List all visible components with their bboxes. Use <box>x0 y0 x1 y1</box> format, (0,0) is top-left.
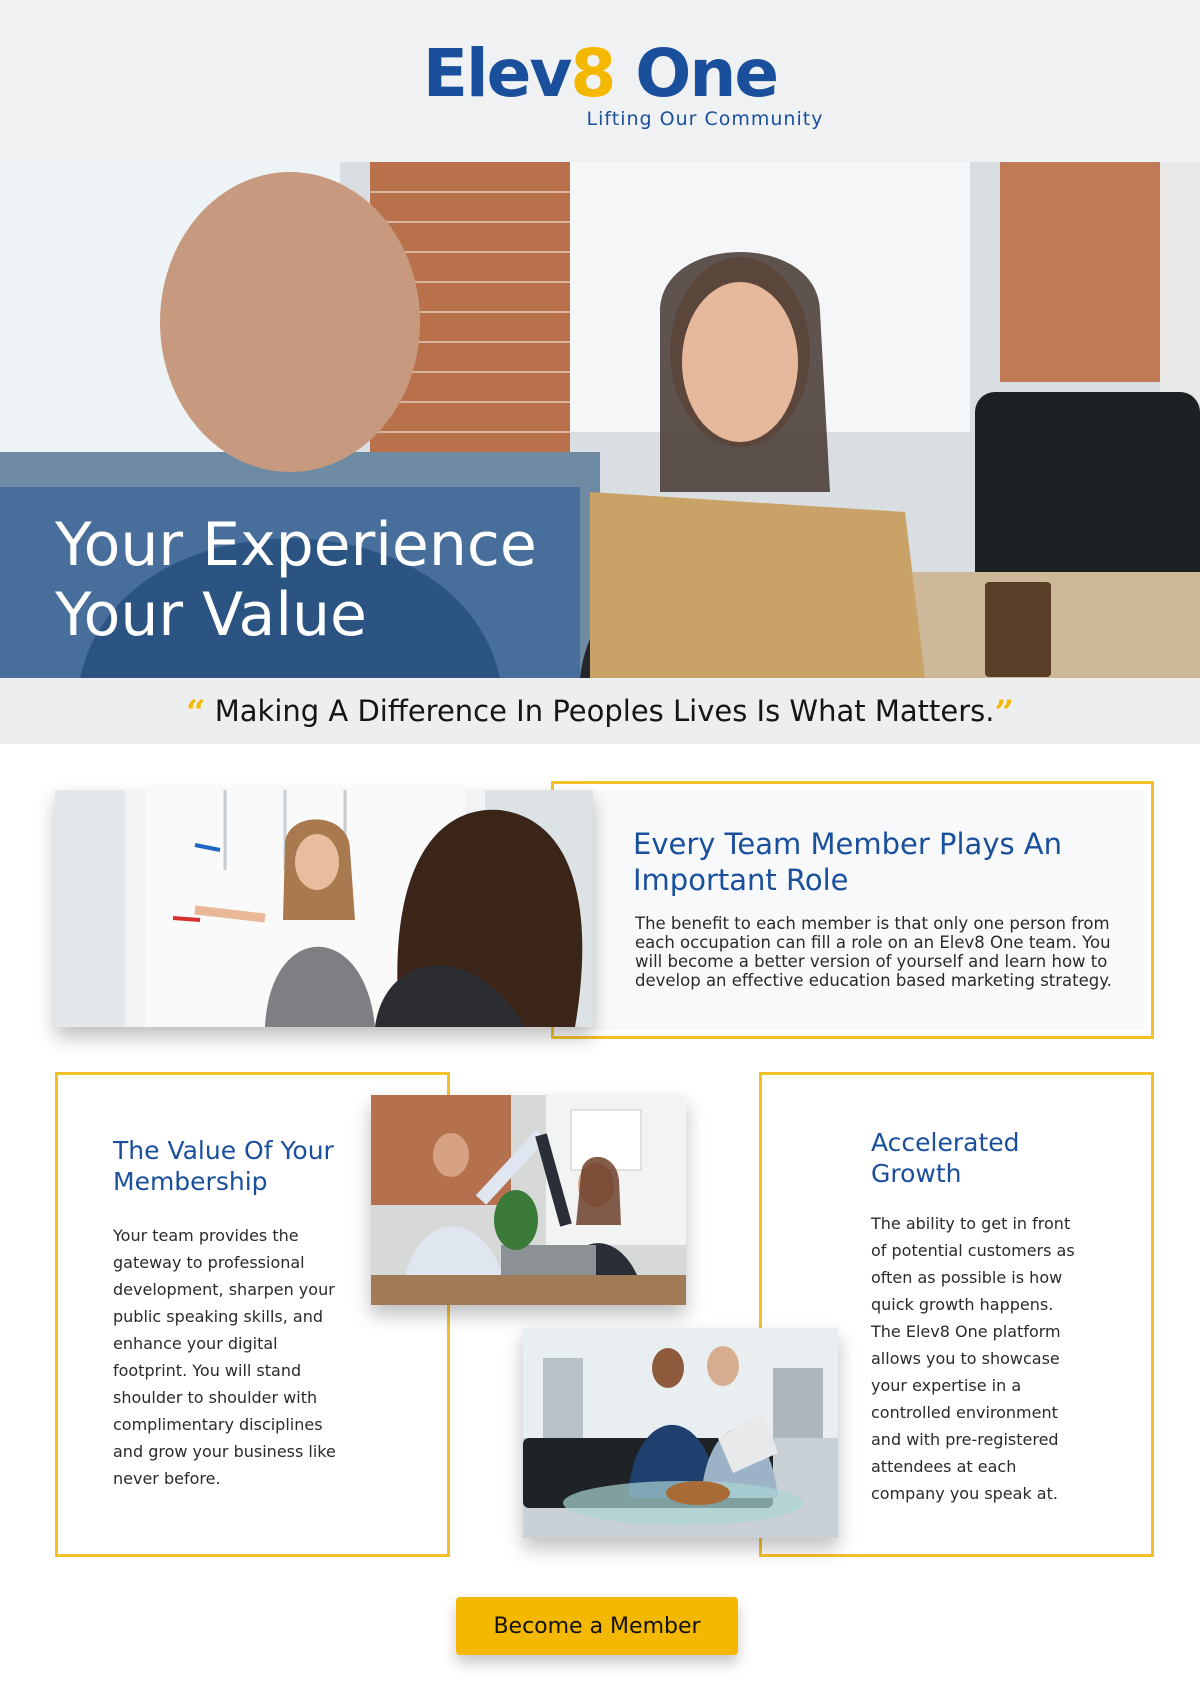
open-quote-icon: “ <box>185 693 206 733</box>
quote: “ Making A Difference In Peoples Lives I… <box>186 693 1014 733</box>
logo-word-elev: Elev <box>422 35 572 112</box>
high-five-photo <box>371 1095 686 1305</box>
growth-body: The ability to get in front of potential… <box>871 1214 1075 1503</box>
close-quote-icon: ” <box>994 693 1015 733</box>
brand-logo[interactable]: Elev8 One <box>0 38 1200 110</box>
quote-text: Making A Difference In Peoples Lives Is … <box>214 694 995 728</box>
membership-title: The Value Of Your Membership <box>113 1136 334 1196</box>
hero-title-line1: Your Experience <box>55 510 537 580</box>
whiteboard-photo <box>55 790 593 1027</box>
growth-title: Accelerated Growth <box>871 1128 1020 1188</box>
hero-title-line2: Your Value <box>55 580 367 650</box>
site-header: Elev8 One Lifting Our Community <box>0 0 1200 162</box>
logo-wordmark: Elev8 One <box>422 35 779 112</box>
laptop-meeting-photo <box>523 1328 838 1538</box>
quote-banner: “ Making A Difference In Peoples Lives I… <box>0 678 1200 744</box>
become-member-button[interactable]: Become a Member <box>456 1597 738 1655</box>
team-role-title: Every Team Member Plays An Important Rol… <box>633 827 1063 897</box>
logo-eight: 8 <box>570 35 616 112</box>
logo-tagline: Lifting Our Community <box>586 108 824 130</box>
team-role-body: The benefit to each member is that only … <box>635 914 1112 990</box>
logo-word-one: One <box>614 35 779 112</box>
hero-title: Your Experience Your Value <box>55 510 537 650</box>
membership-body: Your team provides the gateway to profes… <box>113 1226 336 1488</box>
hero-banner: Your Experience Your Value <box>0 162 1200 678</box>
